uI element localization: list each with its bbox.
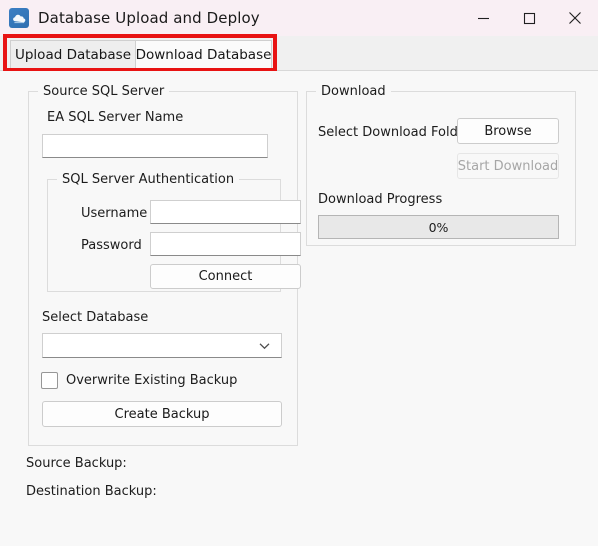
cloud-database-icon xyxy=(9,8,29,28)
username-input[interactable] xyxy=(150,200,301,224)
tab-strip: Upload Database Download Database xyxy=(0,36,598,71)
source-sql-server-group: Source SQL Server EA SQL Server Name SQL… xyxy=(28,84,301,446)
chevron-down-icon xyxy=(259,342,270,350)
checkbox-box-icon xyxy=(41,372,58,389)
tab-content-download-database: Source SQL Server EA SQL Server Name SQL… xyxy=(0,71,598,546)
download-progress-label: Download Progress xyxy=(318,192,443,207)
create-backup-button[interactable]: Create Backup xyxy=(42,401,282,427)
ea-sql-server-name-label: EA SQL Server Name xyxy=(47,110,184,125)
window-controls xyxy=(460,0,598,36)
download-group: Download Select Download Folder Browse S… xyxy=(306,84,576,246)
close-button[interactable] xyxy=(552,0,598,36)
destination-backup-status: Destination Backup: xyxy=(26,484,157,499)
minimize-button[interactable] xyxy=(460,0,506,36)
source-backup-status: Source Backup: xyxy=(26,456,127,471)
browse-button[interactable]: Browse xyxy=(457,118,559,144)
select-database-label: Select Database xyxy=(42,310,149,325)
download-group-title: Download xyxy=(316,84,391,99)
sql-server-authentication-group: SQL Server Authentication Username Passw… xyxy=(47,172,301,292)
select-download-folder-label: Select Download Folder xyxy=(318,125,472,140)
connect-button[interactable]: Connect xyxy=(150,264,301,289)
title-bar: Database Upload and Deploy xyxy=(0,0,598,36)
maximize-button[interactable] xyxy=(506,0,552,36)
password-label: Password xyxy=(81,238,142,253)
overwrite-existing-backup-checkbox[interactable]: Overwrite Existing Backup xyxy=(41,372,237,389)
select-database-combobox[interactable] xyxy=(42,333,282,358)
password-input[interactable] xyxy=(150,232,301,256)
overwrite-existing-backup-label: Overwrite Existing Backup xyxy=(66,373,238,388)
source-sql-server-group-title: Source SQL Server xyxy=(38,84,170,99)
application-window: Database Upload and Deploy Upload Databa… xyxy=(0,0,598,546)
window-title: Database Upload and Deploy xyxy=(38,9,260,27)
download-progress-bar: 0% xyxy=(318,215,559,239)
tab-download-database[interactable]: Download Database xyxy=(135,40,272,70)
start-download-button[interactable]: Start Download xyxy=(457,153,559,179)
username-label: Username xyxy=(81,206,148,221)
ea-sql-server-name-input[interactable] xyxy=(42,134,268,158)
sql-server-authentication-group-title: SQL Server Authentication xyxy=(57,172,240,187)
tab-upload-database[interactable]: Upload Database xyxy=(10,40,135,70)
